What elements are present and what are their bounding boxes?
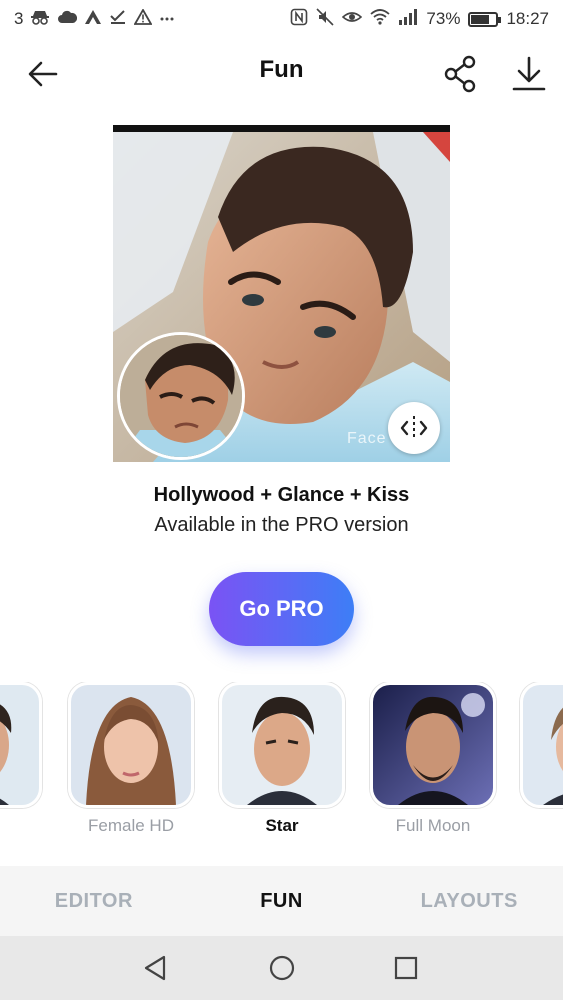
battery-fill <box>471 14 490 24</box>
system-navigation-bar <box>0 936 563 1000</box>
share-icon <box>444 55 476 93</box>
nfc-icon <box>290 8 308 31</box>
filter-item[interactable]: Star <box>217 682 347 836</box>
filter-thumbnail[interactable] <box>370 682 496 808</box>
result-preview-image: Face <box>113 125 450 462</box>
app-icon <box>84 9 102 30</box>
tab-editor[interactable]: EDITOR <box>0 866 188 936</box>
source-portrait <box>120 335 242 457</box>
download-button[interactable] <box>508 53 550 95</box>
full-moon-portrait <box>373 685 493 805</box>
mute-icon <box>316 7 334 31</box>
filter-label: Genc <box>518 816 563 836</box>
bottom-tab-bar: EDITOR FUN LAYOUTS <box>0 866 563 936</box>
nav-recents-button[interactable] <box>386 948 426 988</box>
go-pro-button[interactable]: Go PRO <box>209 572 354 646</box>
tab-fun[interactable]: FUN <box>188 866 376 936</box>
watermark: Face <box>347 430 387 447</box>
filter-thumbnail[interactable] <box>0 682 42 808</box>
battery-icon <box>468 11 502 27</box>
share-button[interactable] <box>440 53 482 95</box>
top-app-bar: Fun <box>0 40 563 106</box>
filter-label: e <box>0 816 44 836</box>
more-icon <box>159 9 175 30</box>
tab-layouts[interactable]: LAYOUTS <box>375 866 563 936</box>
source-photo-inset <box>117 332 245 460</box>
signal-icon <box>398 8 418 31</box>
notification-count: 3 <box>14 9 24 28</box>
compare-button[interactable] <box>388 402 440 454</box>
check-icon <box>109 9 127 30</box>
cloud-icon <box>57 9 78 30</box>
filter-item[interactable]: Genc <box>518 682 563 836</box>
male-portrait <box>0 685 39 805</box>
status-right: 73% 18:27 <box>290 7 549 31</box>
status-bar: 3 73% 18:27 <box>0 0 563 38</box>
nav-home-button[interactable] <box>262 948 302 988</box>
female-portrait <box>71 685 191 805</box>
filter-thumbnail[interactable] <box>219 682 345 808</box>
incognito-icon <box>30 9 50 30</box>
filter-label: Full Moon <box>395 816 471 835</box>
filter-label: Star <box>265 816 299 835</box>
gender-portrait <box>523 685 563 805</box>
status-time: 18:27 <box>506 9 549 28</box>
compare-icon <box>400 416 428 440</box>
download-icon <box>512 56 546 91</box>
filter-item[interactable]: e <box>0 682 44 836</box>
battery-percent: 73% <box>426 9 461 28</box>
filter-item[interactable]: Full Moon <box>368 682 498 836</box>
filter-thumbnail[interactable] <box>520 682 563 808</box>
filter-label: Female HD <box>88 816 174 835</box>
filter-item[interactable]: Female HD <box>66 682 196 836</box>
status-left: 3 <box>14 7 175 30</box>
nav-back-button[interactable] <box>136 948 176 988</box>
eye-icon <box>342 8 363 31</box>
pro-availability-text: Available in the PRO version <box>154 514 409 536</box>
filter-carousel[interactable]: e Female HD Star Full Moon Genc <box>0 682 563 852</box>
filter-combo-title: Hollywood + Glance + Kiss <box>153 484 410 506</box>
filter-thumbnail[interactable] <box>68 682 194 808</box>
star-portrait <box>222 685 342 805</box>
wifi-icon <box>370 8 391 31</box>
nav-home-icon <box>269 955 295 981</box>
nav-recents-icon <box>394 956 418 980</box>
warning-icon <box>133 7 154 30</box>
nav-back-icon <box>144 955 166 981</box>
